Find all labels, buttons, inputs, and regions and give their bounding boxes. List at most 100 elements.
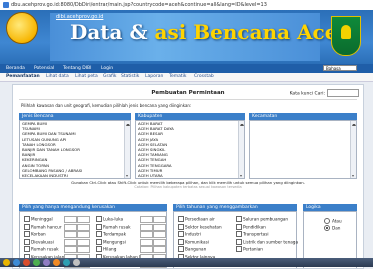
checkbox[interactable] bbox=[96, 246, 102, 252]
range-input[interactable] bbox=[153, 216, 166, 223]
range-input[interactable] bbox=[64, 246, 77, 253]
url-text[interactable]: dbu.acehprov.go.id:8080/DbDiri/entrar/ma… bbox=[11, 2, 267, 8]
checkbox[interactable] bbox=[96, 238, 102, 245]
checkbox[interactable] bbox=[178, 216, 184, 222]
checkbox-row[interactable]: Mengungsi bbox=[96, 238, 126, 245]
checkbox[interactable] bbox=[96, 231, 102, 237]
range-input[interactable] bbox=[140, 246, 153, 253]
nav-potensial[interactable]: Potensial bbox=[34, 66, 54, 71]
checkbox-row[interactable]: Saluran pembuangan bbox=[236, 216, 288, 222]
range-input[interactable] bbox=[153, 238, 166, 246]
taskbar-app-icon[interactable] bbox=[23, 259, 30, 266]
checkbox-row[interactable]: Rumah hancur bbox=[24, 223, 62, 230]
range-input[interactable] bbox=[153, 246, 166, 253]
start-icon[interactable] bbox=[3, 259, 10, 266]
district-scrollbar[interactable] bbox=[350, 121, 356, 178]
checkbox[interactable] bbox=[24, 231, 30, 237]
checkbox[interactable] bbox=[96, 223, 102, 230]
logic-option-atau[interactable]: Atau bbox=[324, 218, 342, 224]
taskbar-app-icon[interactable] bbox=[53, 259, 60, 266]
checkbox-label: Komunikasi bbox=[185, 239, 209, 244]
range-input[interactable] bbox=[77, 246, 90, 253]
range-input[interactable] bbox=[140, 216, 153, 223]
checkbox-row[interactable]: Industri bbox=[178, 231, 201, 237]
checkbox[interactable] bbox=[24, 223, 30, 230]
range-input[interactable] bbox=[153, 223, 166, 231]
tab-lihat-data[interactable]: Lihat data bbox=[46, 74, 69, 79]
checkbox-row[interactable]: Rumah rusak bbox=[96, 223, 131, 230]
taskbar-app-icon[interactable] bbox=[13, 259, 20, 266]
checkbox-row[interactable]: Pendidikan bbox=[236, 223, 266, 230]
nav-login[interactable]: Login bbox=[101, 66, 113, 71]
checkbox[interactable] bbox=[236, 238, 242, 245]
checkbox-row[interactable]: Hilang bbox=[96, 246, 116, 252]
checkbox[interactable] bbox=[24, 216, 30, 222]
checkbox-row[interactable]: Sektor kesehatan bbox=[178, 223, 222, 230]
logic-header: Logika bbox=[303, 204, 357, 211]
range-input[interactable] bbox=[64, 238, 77, 246]
tab-grafik[interactable]: Grafik bbox=[103, 74, 117, 79]
checkbox-row[interactable]: Listrik dan sumber tenaga bbox=[236, 238, 298, 245]
nav-beranda[interactable]: Beranda bbox=[6, 66, 25, 71]
range-input[interactable] bbox=[77, 231, 90, 238]
taskbar-app-icon[interactable] bbox=[43, 259, 50, 266]
tab-crosstab[interactable]: Crosstab bbox=[194, 74, 214, 79]
nav-tentang[interactable]: Tentang DIBI bbox=[63, 66, 91, 71]
range-input[interactable] bbox=[77, 216, 90, 223]
disaster-type-scrollbar[interactable] bbox=[124, 121, 130, 178]
range-input[interactable] bbox=[153, 231, 166, 238]
keyword-input[interactable] bbox=[327, 89, 359, 97]
range-input[interactable] bbox=[140, 223, 153, 231]
range-input[interactable] bbox=[64, 216, 77, 223]
taskbar-app-icon[interactable] bbox=[63, 259, 70, 266]
list-item[interactable]: KECELAKAAN INDUSTRI bbox=[20, 173, 130, 178]
tab-statistik[interactable]: Statistik bbox=[121, 74, 139, 79]
checkbox[interactable] bbox=[24, 238, 30, 245]
range-input[interactable] bbox=[140, 231, 153, 238]
checkbox-label: Saluran pembuangan bbox=[243, 216, 289, 222]
site-header: dibi.acehprov.go.id Data & asi Bencana A… bbox=[0, 10, 373, 64]
language-select[interactable]: Bahasa bbox=[323, 65, 357, 71]
range-input[interactable] bbox=[64, 223, 77, 231]
logic-option-dan[interactable]: Dan bbox=[324, 225, 340, 231]
regency-list[interactable]: ACEH BARAT ACEH BARAT DAYA ACEH BESAR ACEH … bbox=[135, 120, 245, 179]
checkbox[interactable] bbox=[236, 223, 242, 230]
range-input[interactable] bbox=[140, 238, 153, 246]
checkbox[interactable] bbox=[236, 231, 242, 237]
checkbox-row[interactable]: Luka-luka bbox=[96, 216, 123, 222]
checkbox[interactable] bbox=[236, 216, 242, 222]
tab-lihat-peta[interactable]: Lihat peta bbox=[75, 74, 98, 79]
checkbox[interactable] bbox=[96, 216, 102, 222]
range-input[interactable] bbox=[64, 231, 77, 238]
taskbar-app-icon[interactable] bbox=[33, 259, 40, 266]
range-input[interactable] bbox=[77, 223, 90, 231]
checkbox-row[interactable]: Meninggal bbox=[24, 216, 53, 222]
checkbox-row[interactable]: Rumah rusak bbox=[24, 246, 59, 252]
disaster-type-list[interactable]: GEMPA BUMI TSUNAMI GEMPA BUMI DAN TSUNAMI L… bbox=[19, 120, 131, 179]
taskbar-app-icon[interactable] bbox=[73, 259, 80, 266]
checkbox-row[interactable]: Korban bbox=[24, 231, 46, 237]
checkbox-row[interactable]: Komunikasi bbox=[178, 238, 209, 245]
checkbox-row[interactable]: Pertanian bbox=[236, 246, 263, 252]
tab-laporan[interactable]: Laporan bbox=[145, 74, 163, 79]
checkbox[interactable] bbox=[178, 246, 184, 252]
checkbox-row[interactable]: Terdampak bbox=[96, 231, 126, 237]
regency-scrollbar[interactable] bbox=[238, 121, 244, 178]
district-list[interactable] bbox=[249, 120, 357, 179]
checkbox-row[interactable]: Transportasi bbox=[236, 231, 269, 237]
tab-pemanfaatan[interactable]: Pemanfaatan bbox=[6, 74, 40, 79]
list-item[interactable]: ACEH UTARA bbox=[136, 173, 244, 178]
checkbox[interactable] bbox=[24, 246, 30, 252]
checkbox[interactable] bbox=[178, 223, 184, 230]
checkbox[interactable] bbox=[178, 231, 184, 237]
range-input[interactable] bbox=[77, 238, 90, 246]
tab-tematik[interactable]: Tematik bbox=[169, 74, 187, 79]
sector-header: Pilih tahunan yang menggambarkan bbox=[173, 204, 297, 211]
checkbox-row[interactable]: Dievakuasi bbox=[24, 238, 54, 245]
checkbox-row[interactable]: Persediaan air bbox=[178, 216, 215, 222]
radio-atau[interactable] bbox=[324, 218, 330, 224]
checkbox[interactable] bbox=[178, 238, 184, 245]
checkbox[interactable] bbox=[236, 246, 242, 252]
radio-dan[interactable] bbox=[324, 225, 330, 231]
checkbox-row[interactable]: Bangunan bbox=[178, 246, 206, 252]
